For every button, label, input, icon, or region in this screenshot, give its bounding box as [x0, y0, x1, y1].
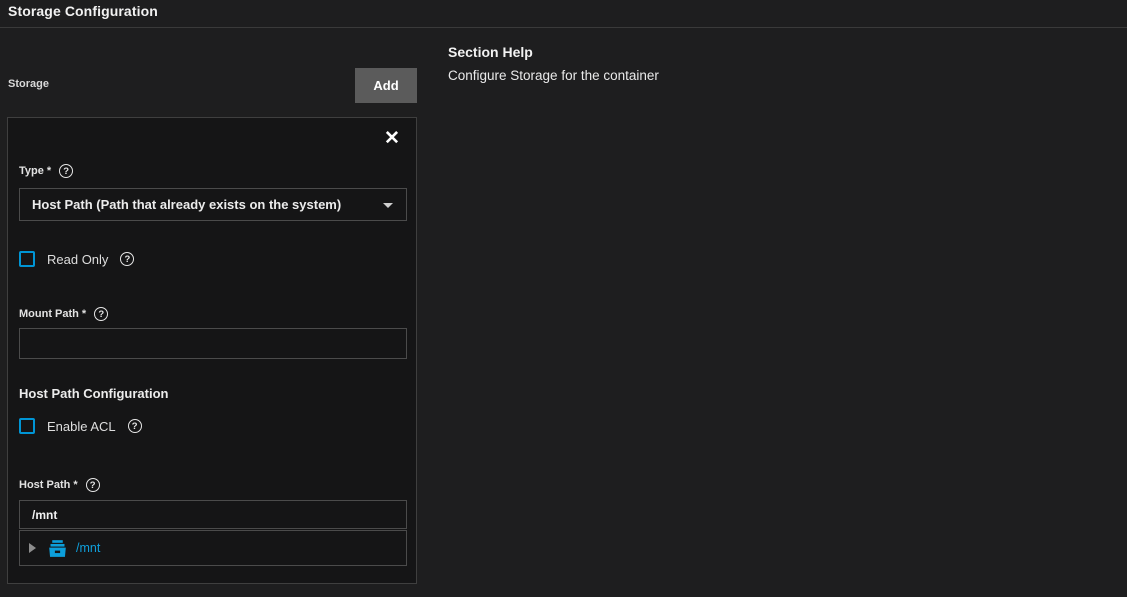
chevron-down-icon: [383, 203, 393, 208]
storage-configuration-page: Storage Configuration Storage Add Sectio…: [0, 0, 1127, 597]
dataset-icon: [47, 538, 68, 559]
file-tree-row[interactable]: /mnt: [19, 530, 407, 566]
type-field-label-row: Type * ?: [19, 164, 73, 178]
enable-acl-label: Enable ACL: [47, 419, 116, 434]
storage-item-form-card: ✕ Type * ? Host Path (Path that already …: [7, 117, 417, 584]
section-help-panel: Section Help Configure Storage for the c…: [448, 44, 868, 83]
help-icon[interactable]: ?: [59, 164, 73, 178]
enable-acl-checkbox[interactable]: [19, 418, 35, 434]
host-path-configuration-heading: Host Path Configuration: [19, 386, 169, 401]
header-divider: [0, 27, 1127, 28]
type-field-label: Type *: [19, 165, 51, 177]
storage-field-label: Storage: [8, 78, 49, 90]
page-title: Storage Configuration: [8, 3, 158, 19]
mount-path-label-row: Mount Path * ?: [19, 307, 108, 321]
read-only-row: Read Only ?: [19, 251, 134, 267]
enable-acl-row: Enable ACL ?: [19, 418, 142, 434]
help-icon[interactable]: ?: [86, 478, 100, 492]
help-icon[interactable]: ?: [120, 252, 134, 266]
help-icon[interactable]: ?: [128, 419, 142, 433]
host-path-label: Host Path *: [19, 479, 78, 491]
mount-path-input[interactable]: [19, 328, 407, 359]
host-path-label-row: Host Path * ?: [19, 478, 100, 492]
close-icon[interactable]: ✕: [382, 129, 402, 149]
section-help-title: Section Help: [448, 44, 868, 60]
expand-arrow-icon[interactable]: [29, 543, 36, 553]
type-select-value: Host Path (Path that already exists on t…: [20, 197, 341, 212]
mount-path-label: Mount Path *: [19, 308, 86, 320]
type-select[interactable]: Host Path (Path that already exists on t…: [19, 188, 407, 221]
help-icon[interactable]: ?: [94, 307, 108, 321]
file-tree-item-label: /mnt: [76, 541, 100, 555]
read-only-checkbox[interactable]: [19, 251, 35, 267]
host-path-input[interactable]: [19, 500, 407, 529]
add-storage-button[interactable]: Add: [355, 68, 417, 103]
section-help-body: Configure Storage for the container: [448, 68, 868, 83]
read-only-label: Read Only: [47, 252, 108, 267]
